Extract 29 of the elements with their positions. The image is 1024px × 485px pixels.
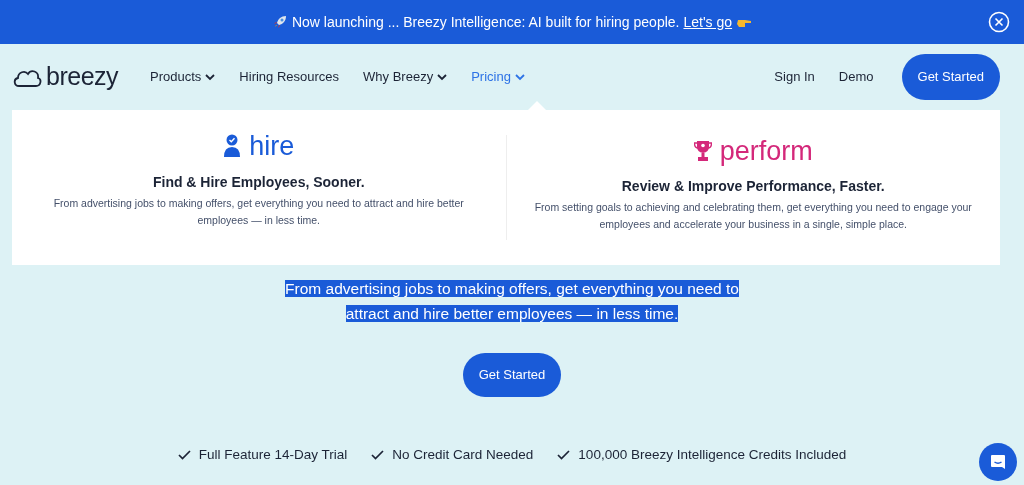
chat-button[interactable] [979,443,1017,481]
get-started-button[interactable]: Get Started [462,353,562,397]
get-started-button[interactable]: Get Started [901,54,1000,100]
announcement-text: Now launching ... Breezy Intelligence: AI built for hiring people. [291,12,680,32]
product-link[interactable]: hire [223,130,295,162]
nav-menu-item[interactable]: Hiring Resources [239,67,340,87]
breezy-logo[interactable]: breezy [12,58,119,96]
trophy-icon [693,140,712,162]
hero-text: From advertising jobs to making offers, get everything you need to attract and hire better employees — in less time. [284,279,740,324]
product-description: From setting goals to achieving and celebrating them, get everything you need to engage your employees and accelerate your business in a single, simple place. [533,199,973,232]
nav-menu-item[interactable]: Products [150,67,216,87]
nav-menu-item[interactable]: Pricing [471,67,525,87]
product-description: From advertising jobs to making offers, get everything you need to attract and hire better employees — in less time. [52,195,465,228]
close-icon[interactable] [988,11,1010,33]
chat-icon [989,453,1007,471]
demo-link[interactable]: Demo [838,67,874,87]
product-title: Review & Improve Performance, Faster. [620,176,886,196]
nav-menu-item[interactable]: Why Breezy [363,67,448,87]
check-icon [557,450,571,461]
feature-text: No Credit Card Needed [392,446,534,464]
product-link[interactable]: perform [693,135,813,167]
product-title: Find & Hire Employees, Sooner. [151,172,366,192]
check-icon [177,450,191,461]
sign-in-link[interactable]: Sign In [774,67,815,87]
lets-go-link[interactable]: Let's go [683,11,733,33]
feature-text: 100,000 Breezy Intelligence Credits Included [578,446,847,464]
person-check-icon [223,134,242,158]
feature-text: Full Feature 14-Day Trial [198,446,348,464]
check-icon [371,450,385,461]
